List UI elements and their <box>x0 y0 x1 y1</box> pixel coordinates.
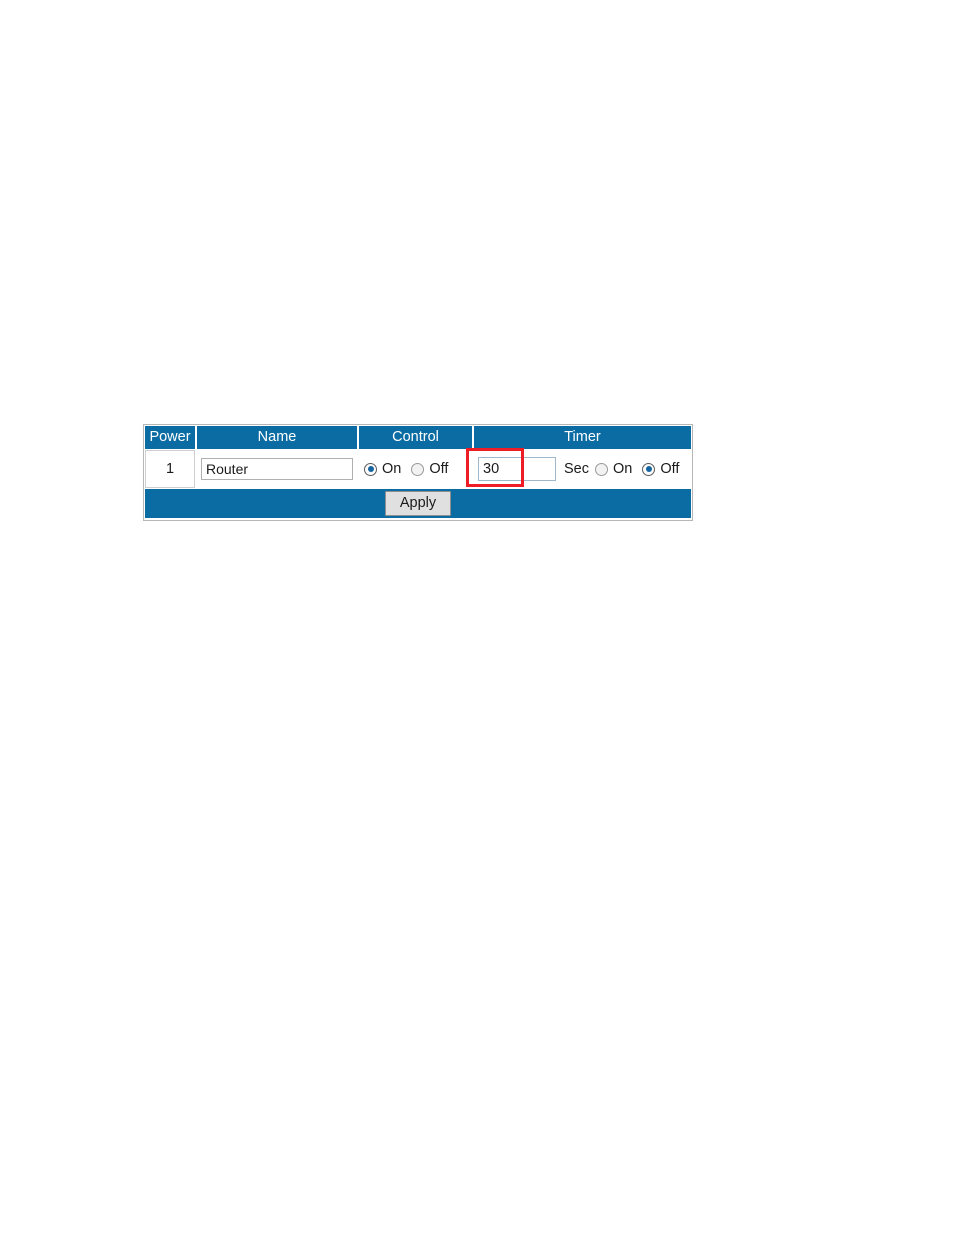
timer-radio-on[interactable]: On <box>595 462 632 477</box>
control-on-label: On <box>382 460 402 477</box>
radio-on-icon[interactable] <box>364 462 377 476</box>
column-header-timer: Timer <box>474 426 691 449</box>
table-row: 1 On Off Sec On <box>144 450 692 488</box>
radio-off-icon[interactable] <box>642 462 656 476</box>
control-radio-on[interactable]: On <box>364 462 401 477</box>
table-footer-row: Apply <box>144 488 692 519</box>
control-off-label: Off <box>429 460 449 477</box>
cell-control: On Off <box>359 450 472 488</box>
radio-off-icon[interactable] <box>411 462 425 476</box>
control-radio-off[interactable]: Off <box>411 462 448 477</box>
column-header-control: Control <box>359 426 472 449</box>
timer-off-label: Off <box>660 460 680 477</box>
apply-button[interactable]: Apply <box>384 490 452 517</box>
timer-unit-label: Sec <box>564 461 589 477</box>
name-input[interactable] <box>201 458 353 480</box>
timer-radio-off[interactable]: Off <box>642 462 679 477</box>
cell-name <box>197 450 357 488</box>
apply-bar: Apply <box>145 489 691 518</box>
cell-timer: Sec On Off <box>474 450 691 488</box>
radio-on-icon[interactable] <box>595 462 608 476</box>
column-header-power: Power <box>145 426 195 449</box>
column-header-name: Name <box>197 426 357 449</box>
power-control-panel: Power Name Control Timer 1 On Off Sec <box>143 424 693 521</box>
timer-on-label: On <box>613 460 633 477</box>
power-index-value: 1 <box>165 461 175 477</box>
timer-seconds-input[interactable] <box>478 457 556 481</box>
table-header-row: Power Name Control Timer <box>144 425 692 450</box>
cell-power-index: 1 <box>145 450 195 488</box>
